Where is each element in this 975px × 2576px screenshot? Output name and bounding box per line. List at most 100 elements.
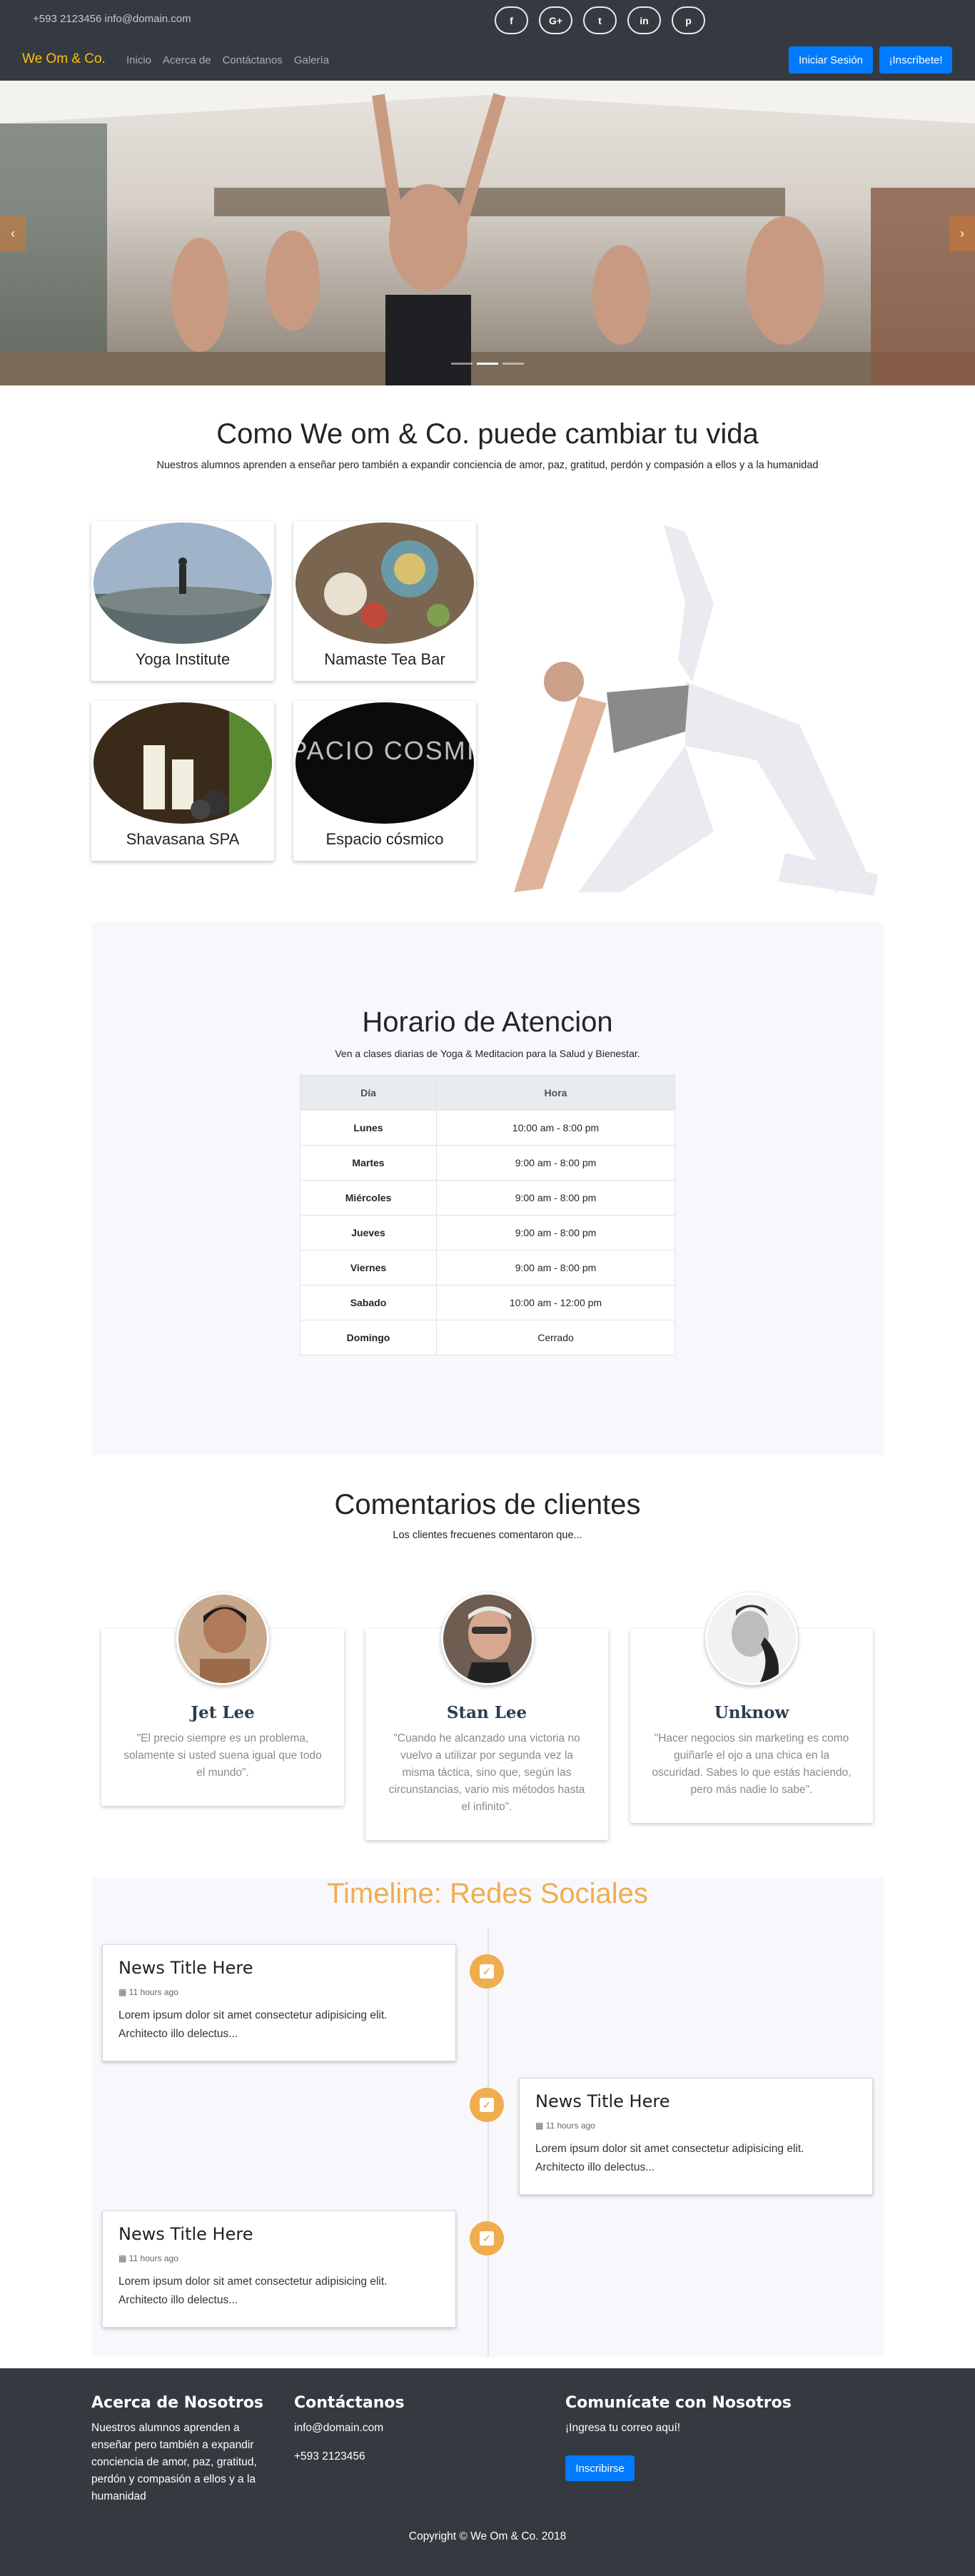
contact-info: +593 2123456 info@domain.com (33, 13, 191, 25)
nav-links: Inicio Acerca de Contáctanos Galería (126, 54, 329, 66)
timeline-badge: ✓ (470, 2088, 504, 2122)
timeline-card-title: News Title Here (118, 1958, 253, 1978)
nav-link-contactanos[interactable]: Contáctanos (223, 54, 283, 66)
day-cell: Martes (300, 1145, 437, 1181)
day-cell: Miércoles (300, 1180, 437, 1216)
nav-link-inicio[interactable]: Inicio (126, 54, 151, 66)
top-contact-bar: +593 2123456 info@domain.com f G+ t in p (0, 0, 975, 40)
service-label: Espacio cósmico (325, 830, 444, 848)
timeline-card-text: Lorem ipsum dolor sit amet consectetur a… (118, 2009, 388, 2040)
calendar-icon: ▦ (535, 2121, 546, 2131)
timeline-card: News Title Here ▦ 11 hours ago Lorem ips… (519, 2078, 873, 2195)
timeline-badge: ✓ (470, 2221, 504, 2256)
nav-link-galeria[interactable]: Galería (294, 54, 329, 66)
service-card-tea-bar[interactable]: Namaste Tea Bar (293, 521, 476, 681)
testimonial-quote: "Cuando he alcanzado una victoria no vue… (388, 1732, 585, 1813)
tea-bar-image (295, 522, 474, 644)
table-row: Miércoles 9:00 am - 8:00 pm (300, 1180, 675, 1216)
yoga-image (94, 522, 272, 644)
signup-button[interactable]: ¡Inscríbete! (879, 46, 952, 74)
timeline-card-title: News Title Here (535, 2091, 670, 2111)
testimonial-quote: "Hacer negocios sin marketing es como gu… (652, 1732, 852, 1796)
hours-cell: 10:00 am - 8:00 pm (436, 1110, 675, 1146)
google-plus-icon[interactable]: G+ (539, 6, 572, 34)
pinterest-icon[interactable]: p (672, 6, 705, 34)
day-cell: Domingo (300, 1320, 437, 1355)
spa-image (94, 702, 272, 824)
espacio-cosmico-logo-text: ESPACIO COSMICO (295, 736, 474, 765)
service-card-espacio-cosmico[interactable]: ESPACIO COSMICO Espacio cósmico (293, 701, 476, 861)
timeline-time: ▦ 11 hours ago (118, 1987, 178, 1997)
carousel-indicators (451, 363, 524, 365)
timeline-badge: ✓ (470, 1954, 504, 1989)
carousel-indicator[interactable] (502, 363, 524, 365)
hours-cell: 9:00 am - 8:00 pm (436, 1145, 675, 1181)
carousel-indicator[interactable] (451, 363, 473, 365)
espacio-cosmico-logo: ESPACIO COSMICO (295, 702, 474, 824)
testimonial-name: Unknow (714, 1703, 789, 1722)
carousel-indicator-active[interactable] (477, 363, 498, 365)
service-card-yoga[interactable]: Yoga Institute (91, 521, 274, 681)
timeline-card-text: Lorem ipsum dolor sit amet consectetur a… (535, 2143, 804, 2173)
intro-title: Como We om & Co. puede cambiar tu vida (216, 418, 759, 450)
footer-about-text: Nuestros alumnos aprenden a enseñar pero… (91, 2422, 257, 2502)
timeline-card-title: News Title Here (118, 2224, 253, 2244)
testimonial-quote: "El precio siempre es un problema, solam… (123, 1732, 322, 1779)
footer-contact-title: Contáctanos (294, 2394, 405, 2412)
timeline-card-text: Lorem ipsum dolor sit amet consectetur a… (118, 2276, 388, 2306)
nav-link-acerca[interactable]: Acerca de (163, 54, 211, 66)
carousel-prev-arrow[interactable]: ‹ (0, 216, 26, 251)
check-icon: ✓ (480, 1964, 494, 1979)
timeline-title: Timeline: Redes Sociales (327, 1878, 648, 1909)
hours-cell: 9:00 am - 8:00 pm (436, 1250, 675, 1286)
schedule-title: Horario de Atencion (362, 1006, 613, 1038)
table-row: Viernes 9:00 am - 8:00 pm (300, 1250, 675, 1286)
hours-cell: 10:00 am - 12:00 pm (436, 1285, 675, 1320)
linkedin-icon[interactable]: in (627, 6, 661, 34)
service-label: Namaste Tea Bar (324, 650, 445, 668)
footer-email[interactable]: info@domain.com (294, 2420, 383, 2437)
testimonials-subtitle: Los clientes frecuenes comentaron que... (393, 1530, 582, 1541)
carousel-next-arrow[interactable]: › (949, 216, 975, 251)
footer-newsletter-title: Comunícate con Nosotros (565, 2394, 792, 2412)
timeline-card: News Title Here ▦ 11 hours ago Lorem ips… (102, 1944, 456, 2061)
table-row: Martes 9:00 am - 8:00 pm (300, 1145, 675, 1181)
footer-about-title: Acerca de Nosotros (91, 2394, 264, 2412)
twitter-icon[interactable]: t (583, 6, 617, 34)
day-cell: Sabado (300, 1285, 437, 1320)
day-cell: Lunes (300, 1110, 437, 1146)
subscribe-button[interactable]: Inscribirse (565, 2455, 635, 2481)
testimonials-title: Comentarios de clientes (334, 1489, 641, 1520)
table-header-row: Día Hora (300, 1075, 675, 1111)
yoga-pose-image (500, 517, 885, 903)
table-row: Jueves 9:00 am - 8:00 pm (300, 1215, 675, 1251)
service-label: Yoga Institute (135, 650, 231, 668)
table-row: Sabado 10:00 am - 12:00 pm (300, 1285, 675, 1320)
facebook-icon[interactable]: f (495, 6, 528, 34)
timeline-time: ▦ 11 hours ago (118, 2253, 178, 2263)
column-header-day: Día (300, 1075, 437, 1111)
day-cell: Viernes (300, 1250, 437, 1286)
testimonial-name: Stan Lee (446, 1703, 527, 1722)
hours-cell: Cerrado (436, 1320, 675, 1355)
testimonial-name: Jet Lee (191, 1703, 255, 1722)
timeline-time: ▦ 11 hours ago (535, 2121, 595, 2131)
schedule-table: Día Hora Lunes 10:00 am - 8:00 pm Martes 9… (300, 1075, 675, 1355)
login-button[interactable]: Iniciar Sesión (789, 46, 873, 74)
hero-yoga-class-image (0, 81, 975, 385)
check-icon: ✓ (480, 2098, 494, 2112)
timeline-line (487, 1927, 489, 2357)
social-links: f G+ t in p (495, 6, 705, 34)
avatar (176, 1592, 269, 1685)
footer: Acerca de Nosotros Nuestros alumnos apre… (0, 2368, 975, 2576)
timeline-card: News Title Here ▦ 11 hours ago Lorem ips… (102, 2211, 456, 2328)
hours-cell: 9:00 am - 8:00 pm (436, 1215, 675, 1251)
check-icon: ✓ (480, 2231, 494, 2246)
schedule-subtitle: Ven a clases diarias de Yoga & Meditacio… (335, 1048, 640, 1059)
brand-logo[interactable]: We Om & Co. (22, 51, 106, 67)
day-cell: Jueves (300, 1215, 437, 1251)
table-row: Domingo Cerrado (300, 1320, 675, 1355)
service-card-spa[interactable]: Shavasana SPA (91, 701, 274, 861)
main-navbar: We Om & Co. Inicio Acerca de Contáctanos… (0, 40, 975, 81)
intro-subtitle: Nuestros alumnos aprenden a enseñar pero… (156, 460, 819, 471)
